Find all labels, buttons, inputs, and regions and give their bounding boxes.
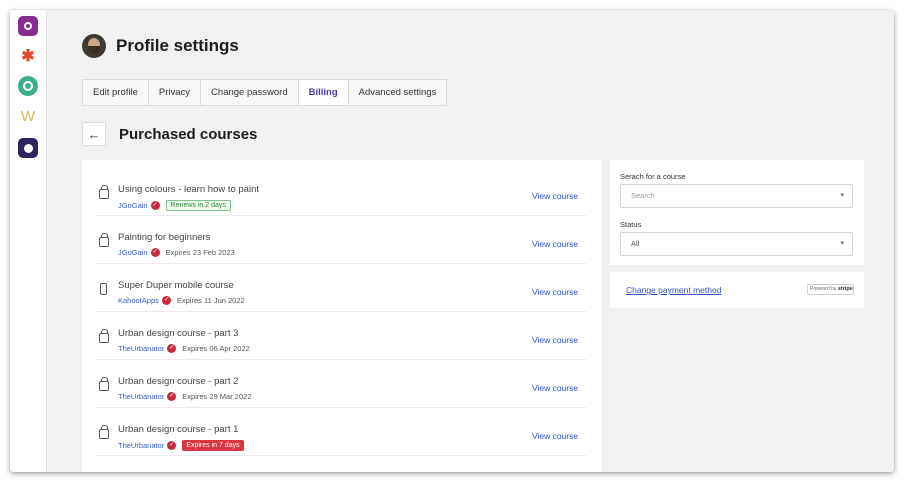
status-badge: Expires in 7 days (182, 440, 244, 451)
monster-icon[interactable] (18, 138, 38, 158)
tab-edit-profile[interactable]: Edit profile (83, 80, 149, 105)
settings-tabs: Edit profile Privacy Change password Bil… (82, 79, 448, 106)
section-title: Purchased courses (119, 125, 258, 143)
tab-privacy[interactable]: Privacy (148, 80, 202, 105)
verified-icon: ✓ (167, 392, 177, 401)
verified-icon: ✓ (167, 441, 177, 450)
course-meta: TheUrbanator ✓ Expires 06 Apr 2022 (118, 344, 250, 353)
course-author-link[interactable]: JGoGain (118, 248, 148, 257)
subheader: ← Purchased courses (82, 122, 257, 146)
bag-icon (99, 425, 109, 439)
expiry-date: Expires 29 Mar 2022 (182, 392, 252, 401)
change-payment-method-link[interactable]: Change payment method (626, 285, 721, 295)
course-author-link[interactable]: TheUrbanator (118, 344, 164, 353)
status-select[interactable]: All ▾ (620, 232, 853, 256)
page-title: Profile settings (116, 36, 239, 55)
course-author-link[interactable]: TheUrbanator (118, 441, 164, 450)
course-author-link[interactable]: JGoGain (118, 201, 148, 210)
app-window: ✱ W Profile settings Edit profile Privac… (10, 10, 894, 472)
course-row: Painting for beginners JGoGain ✓ Expires… (96, 216, 586, 264)
search-placeholder: Search (631, 191, 655, 200)
tab-advanced-settings[interactable]: Advanced settings (348, 80, 447, 105)
course-author-link[interactable]: KahootApps (118, 296, 159, 305)
back-button[interactable]: ← (82, 122, 106, 146)
view-course-link[interactable]: View course (532, 383, 578, 393)
course-row: Urban design course - part 2 TheUrbanato… (96, 360, 586, 408)
course-meta: JGoGain ✓ Expires 23 Feb 2023 (118, 248, 235, 257)
course-row: Urban design course - part 3 TheUrbanato… (96, 312, 586, 360)
stripe-logo: stripe (837, 286, 853, 292)
course-row: Urban design course - part 1 TheUrbanato… (96, 408, 586, 456)
tab-change-password[interactable]: Change password (201, 80, 299, 105)
search-label: Serach for a course (620, 172, 686, 181)
bag-icon (99, 377, 109, 391)
verified-icon: ✓ (161, 296, 171, 305)
course-meta: TheUrbanator ✓ Expires 29 Mar 2022 (118, 392, 251, 401)
course-author-link[interactable]: TheUrbanator (118, 392, 164, 401)
bag-icon (99, 233, 109, 247)
status-select-value: All (631, 239, 640, 248)
chevron-down-icon: ▾ (840, 192, 844, 199)
view-course-link[interactable]: View course (532, 239, 578, 249)
status-label: Status (620, 220, 642, 229)
chevron-down-icon: ▾ (840, 240, 844, 247)
app-logo-icon[interactable] (18, 16, 38, 36)
payment-panel: Change payment method Powered by stripe (610, 272, 864, 308)
course-meta: JGoGain ✓ Renews in 2 days (118, 200, 231, 211)
chat-bubble-icon[interactable] (18, 76, 38, 96)
search-input[interactable]: Search ▾ (620, 184, 853, 208)
course-row: Super Duper mobile course KahootApps ✓ E… (96, 264, 586, 312)
view-course-link[interactable]: View course (532, 191, 578, 201)
bag-icon (99, 329, 109, 343)
course-title: Urban design course - part 1 (118, 424, 239, 435)
status-badge: Renews in 2 days (165, 200, 231, 211)
course-title: Super Duper mobile course (118, 280, 234, 291)
verified-icon: ✓ (167, 344, 177, 353)
stripe-badge-prefix: Powered by (810, 286, 837, 292)
avatar[interactable] (82, 34, 106, 58)
view-course-link[interactable]: View course (532, 431, 578, 441)
course-row: Using colours - learn how to paint JGoGa… (96, 168, 586, 216)
course-meta: KahootApps ✓ Expires 11 Jun 2022 (118, 296, 245, 305)
view-course-link[interactable]: View course (532, 287, 578, 297)
expiry-date: Expires 06 Apr 2022 (182, 344, 250, 353)
stripe-badge: Powered by stripe (807, 284, 854, 295)
course-title: Urban design course - part 2 (118, 376, 239, 387)
view-course-link[interactable]: View course (532, 335, 578, 345)
course-title: Painting for beginners (118, 232, 211, 243)
expiry-date: Expires 11 Jun 2022 (176, 296, 245, 305)
page-header: Profile settings (82, 34, 239, 58)
bag-icon (99, 185, 109, 199)
course-title: Using colours - learn how to paint (118, 184, 259, 195)
verified-icon: ✓ (150, 248, 160, 257)
w-logo-icon[interactable]: W (18, 106, 38, 126)
tab-billing[interactable]: Billing (298, 80, 349, 105)
filter-panel: Serach for a course Search ▾ Status All … (610, 160, 864, 265)
courses-list: Using colours - learn how to paint JGoGa… (82, 160, 602, 472)
expiry-date: Expires 23 Feb 2023 (165, 248, 235, 257)
course-title: Urban design course - part 3 (118, 328, 239, 339)
app-sidebar: ✱ W (10, 10, 47, 472)
verified-icon: ✓ (150, 201, 160, 210)
phone-icon (100, 283, 107, 295)
course-meta: TheUrbanator ✓ Expires in 7 days (118, 440, 244, 451)
pinwheel-icon[interactable]: ✱ (18, 46, 38, 66)
